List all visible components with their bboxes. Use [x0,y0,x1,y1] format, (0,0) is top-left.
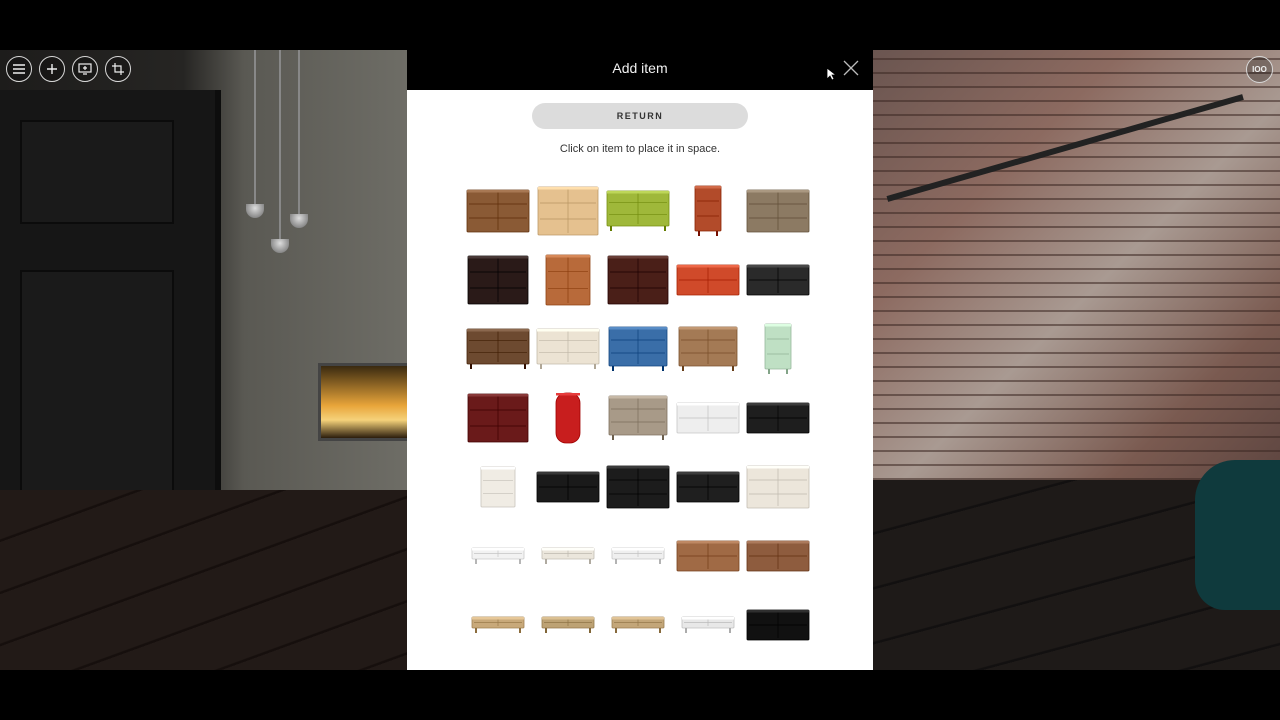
catalog-item-media-unit-white[interactable] [463,521,533,590]
catalog-item-dresser-natural-wood[interactable] [673,314,743,383]
catalog-item-cabinet-painted-black[interactable] [463,245,533,314]
furniture-thumbnail [467,393,529,442]
catalog-item-console-white-faceted[interactable] [533,314,603,383]
furniture-thumbnail [541,616,595,633]
furniture-thumbnail [676,540,740,571]
catalog-item-dresser-cream[interactable] [743,452,813,521]
furniture-thumbnail [545,254,591,305]
pendant-lamp-cord [279,50,281,240]
catalog-item-chest-mahogany[interactable] [463,383,533,452]
furniture-thumbnail [611,616,665,633]
screen-add-icon[interactable] [72,56,98,82]
fireplace [318,363,413,441]
catalog-item-dresser-black-wide[interactable] [603,452,673,521]
catalog-item-sideboard-lime-green[interactable] [603,176,673,245]
furniture-thumbnail [676,264,740,295]
catalog-item-console-black-metal[interactable] [743,245,813,314]
furniture-thumbnail [746,264,810,295]
furniture-thumbnail [764,323,792,374]
pendant-lamp-cord [298,50,300,215]
catalog-item-tall-chest-red-drawers[interactable] [673,176,743,245]
catalog-item-bench-wood-black-2[interactable] [533,590,603,659]
catalog-item-sideboard-brown-low[interactable] [743,521,813,590]
catalog-item-round-cabinet-red[interactable] [533,383,603,452]
furniture-thumbnail [678,326,738,371]
catalog-item-bench-wood-black[interactable] [463,590,533,659]
furniture-thumbnail [676,402,740,433]
furniture-thumbnail [537,186,599,235]
floor [0,490,407,670]
furniture-thumbnail [676,471,740,502]
modal-title: Add item [612,60,668,76]
catalog-item-bench-wood-black-3[interactable] [603,590,673,659]
catalog-item-sideboard-walnut-legs[interactable] [463,314,533,383]
furniture-thumbnail [746,465,810,508]
pendant-lamp-cord [254,50,256,205]
furniture-thumbnail [611,547,665,564]
catalog-item-low-chest-black[interactable] [743,383,813,452]
catalog-item-chest-mint-tall[interactable] [743,314,813,383]
catalog-item-media-unit-white-3[interactable] [673,590,743,659]
furniture-thumbnail [746,609,810,640]
furniture-thumbnail [466,189,530,232]
close-icon[interactable] [843,60,859,76]
catalog-item-chest-taupe[interactable] [603,383,673,452]
furniture-thumbnail [467,255,529,304]
catalog-item-sideboard-rustic[interactable] [743,176,813,245]
menu-icon[interactable] [6,56,32,82]
item-catalog [463,176,813,659]
furniture-thumbnail [681,616,735,633]
furniture-thumbnail [555,392,581,443]
armchair [1195,460,1280,610]
toolbar [6,56,131,82]
catalog-item-bedside-white[interactable] [463,452,533,521]
furniture-thumbnail [606,190,670,231]
furniture-thumbnail [608,395,668,440]
furniture-thumbnail [466,328,530,369]
catalog-item-sideboard-walnut-low[interactable] [673,521,743,590]
catalog-item-console-black-wood[interactable] [743,590,813,659]
add-item-panel: RETURN Click on item to place it in spac… [407,90,873,670]
return-button[interactable]: RETURN [532,103,748,129]
catalog-item-low-dresser-white[interactable] [673,383,743,452]
furniture-thumbnail [746,540,810,571]
furniture-thumbnail [471,547,525,564]
modal-header: Add item [407,50,873,90]
furniture-thumbnail [471,616,525,633]
furniture-thumbnail [694,185,722,236]
catalog-item-dresser-blue[interactable] [603,314,673,383]
furniture-thumbnail [536,471,600,502]
catalog-item-dresser-wood-carved[interactable] [463,176,533,245]
furniture-thumbnail [746,402,810,433]
furniture-thumbnail [536,328,600,369]
crop-icon[interactable] [105,56,131,82]
furniture-thumbnail [541,547,595,564]
catalog-item-cabinet-dark-glass[interactable] [603,245,673,314]
catalog-item-low-chest-black-2[interactable] [533,452,603,521]
catalog-item-media-unit-cream[interactable] [533,521,603,590]
catalog-item-chest-wood-drawers[interactable] [533,245,603,314]
view-toggle-label: IOO [1252,65,1267,74]
furniture-thumbnail [746,189,810,232]
furniture-thumbnail [608,326,668,371]
furniture-thumbnail [606,465,670,508]
catalog-item-low-chest-black-3[interactable] [673,452,743,521]
instruction-text: Click on item to place it in space. [559,143,721,155]
plus-icon[interactable] [39,56,65,82]
view-toggle-button[interactable]: IOO [1246,56,1273,83]
catalog-item-media-unit-white-2[interactable] [603,521,673,590]
furniture-thumbnail [480,466,516,507]
furniture-thumbnail [607,255,669,304]
brick-wall [873,50,1280,480]
mouse-cursor-icon [826,67,836,81]
catalog-item-cabinet-light-wood[interactable] [533,176,603,245]
catalog-item-dresser-orange-red[interactable] [673,245,743,314]
